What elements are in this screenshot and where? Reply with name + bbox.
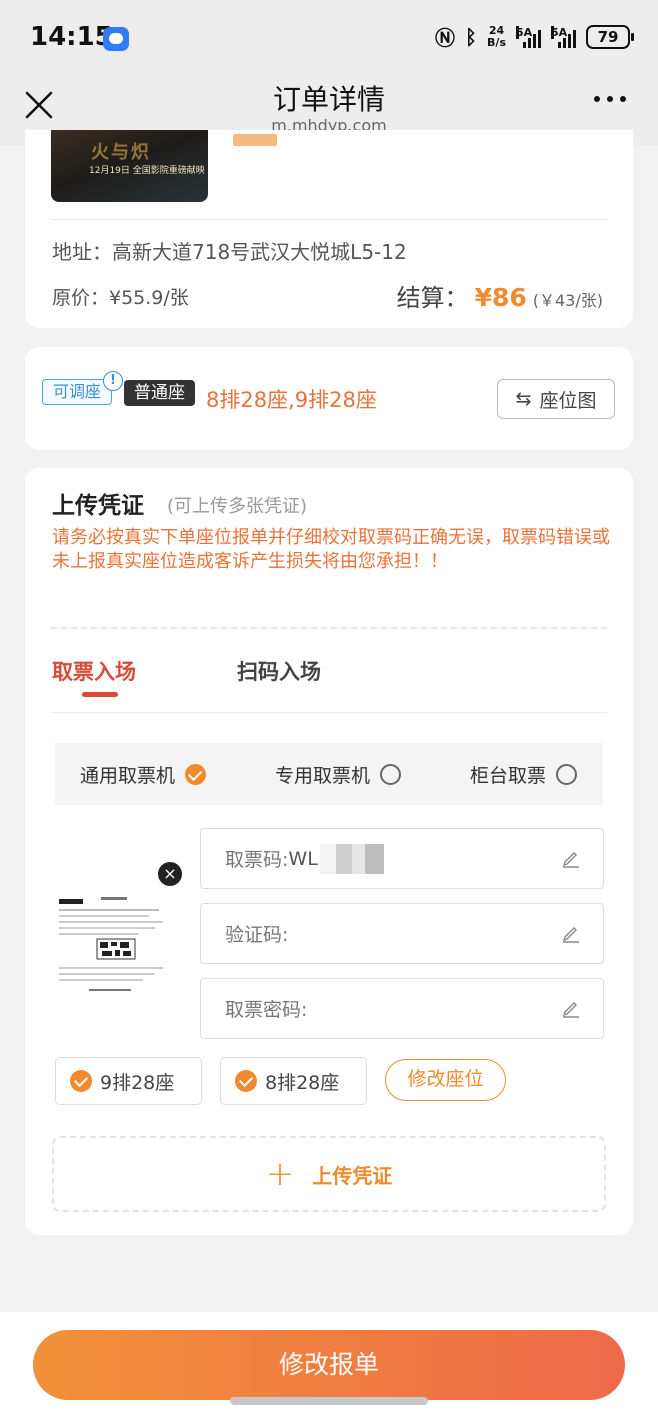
cinema-address: 地址：高新大道718号武汉大悦城L5-12: [52, 240, 407, 264]
upload-title: 上传凭证: [52, 493, 144, 519]
dashed-divider: [51, 627, 607, 629]
settle-label: 结算：: [396, 284, 469, 312]
verification-code-field[interactable]: 验证码:: [200, 903, 604, 964]
movie-title-fragment: [233, 134, 277, 146]
tab-scan-entry[interactable]: 扫码入场: [237, 656, 321, 686]
original-price: 原价：¥55.9/张: [52, 287, 189, 309]
order-info-card: 火与炽 12月19日 全国影院重磅献映 地址：高新大道718号武汉大悦城L5-1…: [25, 130, 633, 328]
ticket-password-field[interactable]: 取票密码:: [200, 978, 604, 1039]
settle-unit-price: (￥43/张): [532, 291, 603, 310]
seat-chip[interactable]: 9排28座: [55, 1057, 202, 1105]
seat-type-tag: 普通座: [124, 380, 195, 406]
blurred-region: [319, 843, 384, 874]
machine-option-dedicated[interactable]: 专用取票机: [275, 761, 401, 788]
machine-type-selector: 通用取票机 专用取票机 柜台取票: [55, 743, 603, 805]
status-bar: 14:15 Ⓝ ᛒ 24 B/s 5A 5A 79: [0, 0, 658, 72]
edit-icon[interactable]: [561, 998, 581, 1018]
machine-option-general[interactable]: 通用取票机: [80, 761, 207, 788]
poster-title: 火与炽: [91, 142, 151, 163]
machine-option-counter[interactable]: 柜台取票: [470, 761, 577, 788]
radio-checked-icon[interactable]: [185, 763, 207, 785]
bottom-action-bar: 修改报单: [0, 1312, 658, 1416]
radio-icon[interactable]: [380, 763, 401, 785]
battery-icon: 79: [586, 24, 634, 49]
ticket-code-label: 取票码:: [225, 849, 289, 871]
seat-map-label: 座位图: [539, 389, 597, 412]
upload-card: 上传凭证 (可上传多张凭证) 请务必按真实下单座位报单并仔细校对取票码正确无误，…: [25, 468, 633, 1235]
ticket-password-label: 取票密码:: [225, 999, 308, 1021]
network-speed: 24 B/s: [487, 23, 506, 49]
status-icons: Ⓝ ᛒ 24 B/s 5A 5A 79: [435, 22, 634, 51]
radio-icon[interactable]: [555, 763, 577, 785]
signal-icon: 5A: [516, 25, 541, 48]
ticket-code-value: WL: [288, 847, 318, 870]
edit-icon[interactable]: [561, 848, 581, 868]
active-tab-indicator: [82, 692, 118, 697]
upload-subtitle: (可上传多张凭证): [167, 496, 308, 517]
remove-thumbnail-icon[interactable]: ×: [158, 862, 182, 886]
seat-chip[interactable]: 8排28座: [220, 1057, 367, 1105]
divider: [51, 712, 607, 713]
proof-thumbnail[interactable]: [55, 873, 177, 993]
adjustable-seat-tag: 可调座: [42, 379, 113, 405]
status-time: 14:15: [30, 22, 113, 52]
page-title: 订单详情: [272, 83, 385, 116]
divider: [51, 219, 607, 220]
edit-icon[interactable]: [561, 923, 581, 943]
settlement: 结算： ¥86 (￥43/张): [397, 278, 603, 313]
modify-order-button[interactable]: 修改报单: [33, 1330, 625, 1400]
modify-seat-button[interactable]: 修改座位: [385, 1059, 506, 1101]
check-icon: [70, 1070, 92, 1092]
more-icon[interactable]: [594, 96, 626, 102]
check-icon: [235, 1070, 257, 1092]
tab-ticket-entry[interactable]: 取票入场: [52, 656, 136, 686]
seat-card: 可调座 ! 普通座 8排28座,9排28座 ⇆ 座位图: [25, 347, 633, 450]
signal-icon: 5A: [551, 25, 576, 48]
seat-numbers: 8排28座,9排28座: [206, 388, 377, 412]
ticket-screenshot-image: [59, 897, 163, 991]
message-app-icon: [103, 27, 129, 51]
swap-icon: ⇆: [515, 388, 532, 410]
verification-code-label: 验证码:: [225, 924, 289, 946]
upload-proof-button[interactable]: + 上传凭证: [52, 1136, 606, 1212]
home-indicator[interactable]: [230, 1397, 428, 1405]
plus-icon: +: [265, 1154, 295, 1194]
settle-price: ¥86: [474, 283, 527, 312]
nfc-icon: Ⓝ: [435, 26, 456, 50]
upload-warning: 请务必按真实下单座位报单并仔细校对取票码正确无误，取票码错误或未上报真实座位造成…: [52, 527, 610, 572]
bluetooth-icon: ᛒ: [465, 24, 478, 49]
poster-date: 12月19日 全国影院重磅献映: [89, 166, 205, 176]
info-icon[interactable]: !: [103, 371, 123, 391]
movie-poster: 火与炽 12月19日 全国影院重磅献映: [51, 130, 208, 202]
seat-map-button[interactable]: ⇆ 座位图: [497, 379, 615, 419]
upload-proof-label: 上传凭证: [312, 1163, 393, 1188]
ticket-code-field[interactable]: 取票码: WL: [200, 828, 604, 889]
